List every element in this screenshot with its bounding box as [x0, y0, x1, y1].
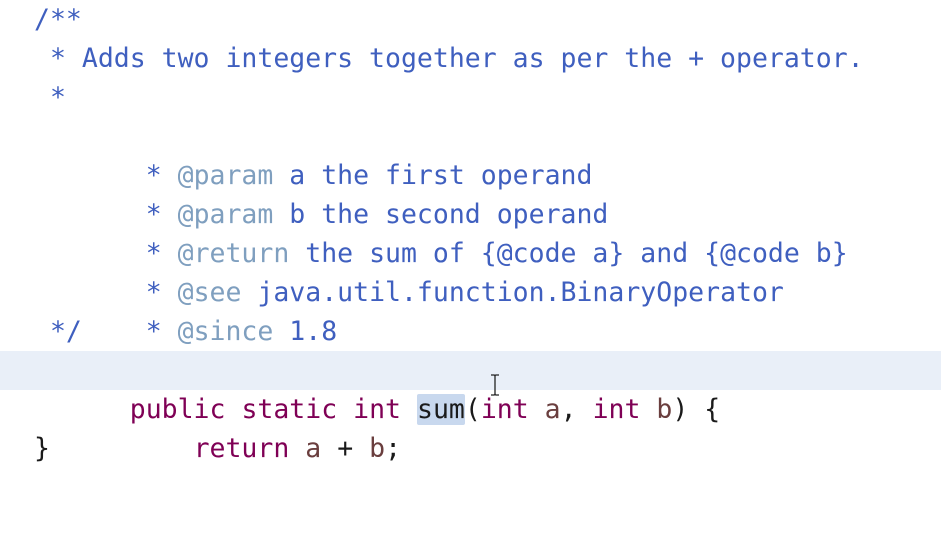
javadoc-text: /** — [34, 4, 82, 35]
javadoc-text: */ — [34, 316, 82, 347]
code-line-javadoc-param-a[interactable]: * @param a the first operand — [0, 117, 941, 191]
code-line-javadoc-blank[interactable]: * — [0, 78, 941, 117]
close-brace: } — [34, 433, 50, 464]
javadoc-text: * Adds two integers together as per the … — [34, 43, 864, 74]
code-line-javadoc-param-b[interactable]: * @param b the second operand — [0, 156, 941, 230]
javadoc-text: * — [34, 82, 66, 113]
text-cursor-icon — [491, 374, 499, 396]
code-line-javadoc-since[interactable]: * @since 1.8 — [0, 273, 941, 347]
code-line-javadoc-close[interactable]: */ — [0, 312, 941, 351]
code-line-method-signature[interactable]: public static int sum(int a, int b) { — [0, 351, 941, 425]
code-editor[interactable]: /** * Adds two integers together as per … — [0, 0, 941, 492]
code-line-javadoc-see[interactable]: * @see java.util.function.BinaryOperator — [0, 234, 941, 308]
code-line-javadoc-open[interactable]: /** — [0, 0, 941, 39]
code-line-close-brace[interactable]: } — [0, 429, 941, 468]
code-line-javadoc-description[interactable]: * Adds two integers together as per the … — [0, 39, 941, 78]
code-line-return-statement[interactable]: return a + b; — [0, 390, 941, 464]
code-line-javadoc-return[interactable]: * @return the sum of {@code a} and {@cod… — [0, 195, 941, 269]
